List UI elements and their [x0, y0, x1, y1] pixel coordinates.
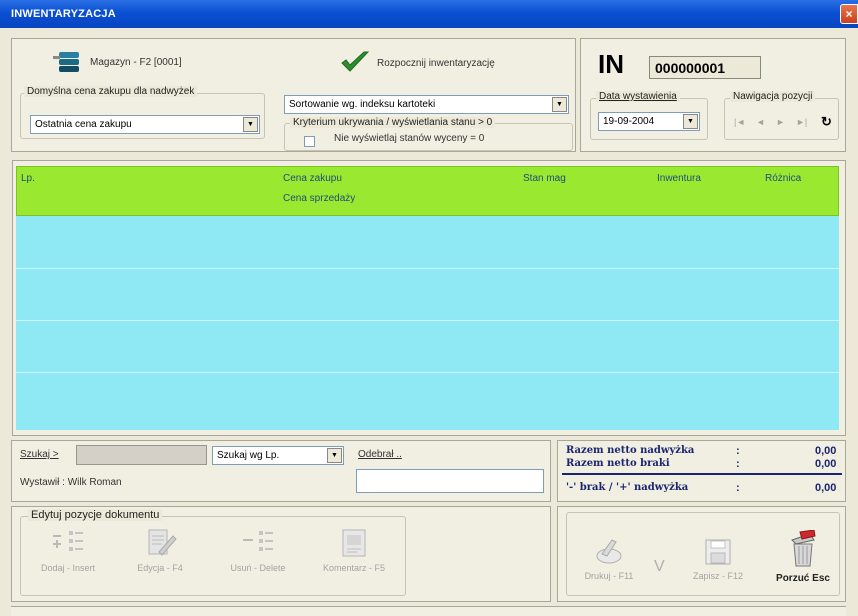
- received-input[interactable]: [356, 469, 544, 493]
- edit-position-label: Edycja - F4: [137, 563, 183, 573]
- edit-position-button[interactable]: Edycja - F4: [120, 528, 200, 588]
- surplus-price-select[interactable]: Ostatnia cena zakupu ▼: [30, 115, 260, 134]
- row-divider: [16, 268, 839, 269]
- sorting-value: Sortowanie wg. indeksu kartoteki: [289, 99, 436, 110]
- col-price-purchase[interactable]: Cena zakupu: [283, 173, 342, 184]
- hide-zero-label: Nie wyświetlaj stanów wyceny = 0: [334, 133, 485, 144]
- col-difference[interactable]: Różnica: [765, 173, 801, 184]
- print-icon: [596, 539, 622, 564]
- edit-document-icon: [148, 529, 177, 556]
- save-label: Zapisz - F12: [692, 571, 743, 581]
- col-stock[interactable]: Stan mag: [523, 173, 566, 184]
- refresh-icon[interactable]: ↻: [821, 114, 832, 130]
- chevron-down-icon[interactable]: ▼: [243, 117, 258, 132]
- balance-colon: :: [736, 482, 740, 494]
- delete-list-icon: [243, 531, 273, 551]
- chevron-down-icon[interactable]: ▼: [683, 114, 698, 129]
- search-mode-select[interactable]: Szukaj wg Lp. ▼: [212, 446, 344, 465]
- edit-group-label: Edytuj pozycje dokumentu: [28, 509, 163, 521]
- grid-body[interactable]: [16, 216, 839, 430]
- issue-date-value: 19-09-2004: [603, 116, 655, 127]
- surplus-price-value: Ostatnia cena zakupu: [35, 119, 132, 130]
- shortage-colon: :: [736, 458, 740, 470]
- row-divider: [16, 372, 839, 373]
- row-divider: [16, 320, 839, 321]
- chevron-down-icon[interactable]: ▼: [552, 97, 567, 112]
- print-label: Drukuj - F11: [584, 571, 634, 581]
- warehouse-button[interactable]: Magazyn - F2 [0001]: [53, 49, 233, 75]
- criterion-label: Kryterium ukrywania / wyświetlania stanu…: [290, 117, 496, 128]
- totals-divider: [562, 473, 842, 475]
- title-bar: INWENTARYZACJA ×: [0, 0, 858, 28]
- received-label: Odebrał ..: [358, 449, 402, 460]
- doc-type-label: IN: [598, 49, 624, 79]
- col-inventory[interactable]: Inwentura: [657, 173, 701, 184]
- status-bar: [11, 606, 846, 616]
- search-input[interactable]: [76, 445, 207, 465]
- next-position-icon[interactable]: ►: [776, 117, 785, 127]
- add-position-button[interactable]: Dodaj - Insert: [28, 528, 108, 588]
- balance-value: 0,00: [815, 482, 837, 494]
- warehouse-icon: [53, 52, 81, 72]
- prev-position-icon[interactable]: ◄: [756, 117, 765, 127]
- chevron-down-icon[interactable]: ▼: [327, 448, 342, 463]
- shortage-total-label: Razem netto braki: [566, 458, 670, 469]
- checkmark-icon: [341, 51, 370, 72]
- search-label: Szukaj >: [20, 449, 59, 460]
- issue-date-label: Data wystawienia: [596, 91, 680, 102]
- abandon-label: Porzuć Esc: [776, 573, 830, 584]
- doc-number-field: 000000001: [649, 56, 761, 79]
- issued-by-label: Wystawił : Wilk Roman: [20, 477, 122, 488]
- surplus-price-label: Domyślna cena zakupu dla nadwyżek: [24, 86, 198, 97]
- warehouse-label: Magazyn - F2 [0001]: [90, 57, 182, 68]
- first-position-icon[interactable]: |◄: [734, 117, 745, 127]
- search-mode-value: Szukaj wg Lp.: [217, 450, 280, 461]
- add-position-label: Dodaj - Insert: [40, 563, 96, 573]
- doc-number-value: 000000001: [655, 60, 726, 76]
- start-inventory-label: Rozpocznij inwentaryzację: [377, 58, 495, 69]
- trash-icon: [791, 529, 816, 567]
- add-list-icon: [53, 531, 83, 551]
- issue-date-picker[interactable]: 19-09-2004 ▼: [598, 112, 700, 131]
- print-button[interactable]: Drukuj - F11: [572, 538, 646, 592]
- surplus-total-value: 0,00: [815, 445, 837, 457]
- shortage-total-value: 0,00: [815, 458, 837, 470]
- last-position-icon[interactable]: ►|: [796, 117, 807, 127]
- col-price-sale[interactable]: Cena sprzedaży: [283, 193, 355, 204]
- comment-icon: [342, 529, 366, 557]
- delete-position-label: Usuń - Delete: [230, 563, 286, 573]
- comment-position-button[interactable]: Komentarz - F5: [308, 528, 400, 588]
- col-lp[interactable]: Lp.: [21, 173, 35, 184]
- abandon-button[interactable]: Porzuć Esc: [764, 529, 842, 592]
- surplus-total-label: Razem netto nadwyżka: [566, 445, 695, 456]
- grid-header: Lp. Cena zakupu Cena sprzedaży Stan mag …: [16, 166, 839, 216]
- sorting-select[interactable]: Sortowanie wg. indeksu kartoteki ▼: [284, 95, 569, 114]
- balance-label: '-' brak / '+' nadwyżka: [566, 482, 689, 493]
- surplus-colon: :: [736, 445, 740, 457]
- delete-position-button[interactable]: Usuń - Delete: [212, 528, 304, 588]
- close-button[interactable]: ×: [840, 4, 858, 24]
- start-inventory-button[interactable]: Rozpocznij inwentaryzację: [340, 48, 540, 76]
- window-title: INWENTARYZACJA: [11, 8, 116, 20]
- v-separator: V: [654, 558, 665, 575]
- position-nav-label: Nawigacja pozycji: [730, 91, 816, 102]
- comment-position-label: Komentarz - F5: [322, 563, 386, 573]
- hide-zero-checkbox[interactable]: [304, 136, 315, 147]
- floppy-disk-icon: [705, 539, 731, 565]
- save-button[interactable]: Zapisz - F12: [678, 538, 758, 592]
